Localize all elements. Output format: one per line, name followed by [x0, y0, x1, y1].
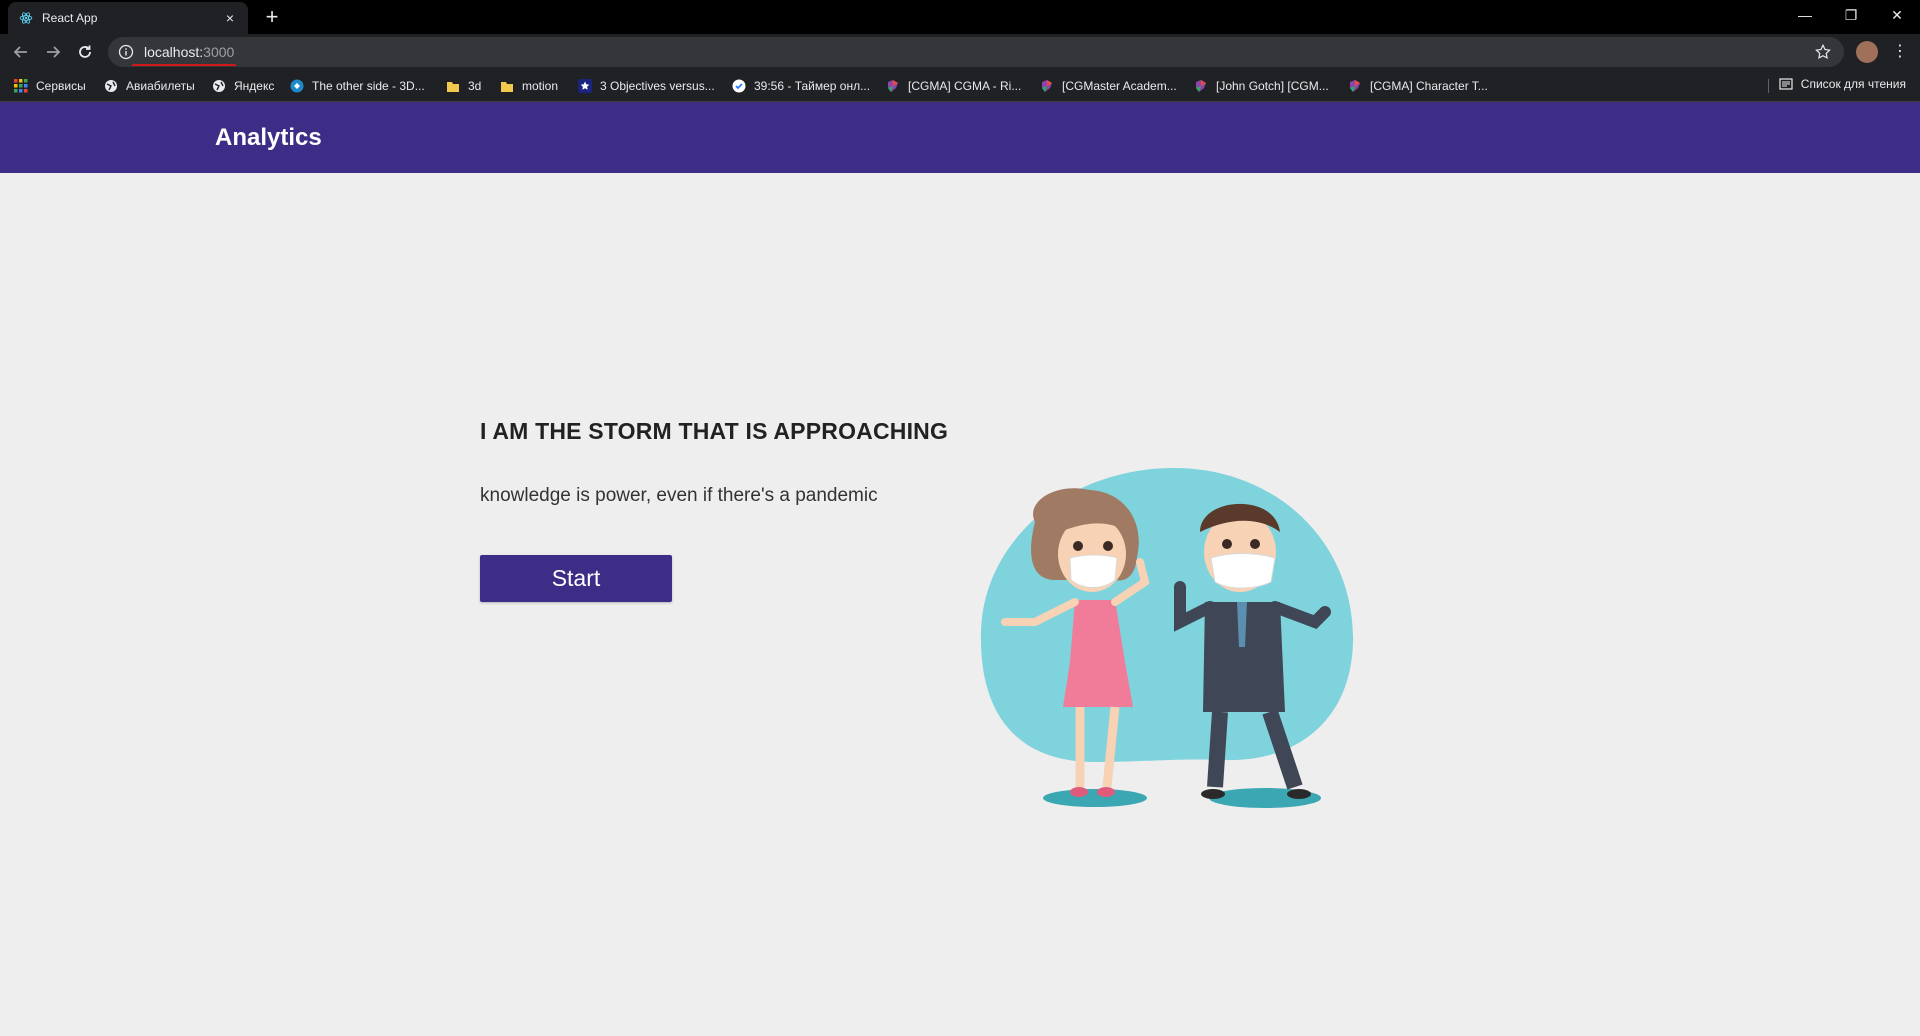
react-logo-icon — [18, 10, 34, 26]
bookmark-label: [CGMA] Character T... — [1370, 79, 1488, 93]
browser-chrome: React App × + — ❐ ✕ localhost:3000 ⋮ Сер… — [0, 0, 1920, 102]
hero-title: I AM THE STORM THAT IS APPROACHING — [480, 418, 949, 444]
bookmarks-separator — [1768, 79, 1769, 93]
reading-list-button[interactable]: Список для чтения — [1779, 77, 1906, 91]
bookmarks-bar: Сервисы Авиабилеты Яндекс The other side - … — [0, 70, 1920, 102]
bookmark-item[interactable]: [CGMaster Academ... — [1040, 77, 1177, 95]
bookmark-item[interactable]: 3 Objectives versus... — [578, 77, 715, 95]
bookmark-label: 3d — [468, 79, 482, 93]
bookmark-label: 3 Objectives versus... — [600, 79, 715, 93]
site-info-icon[interactable] — [118, 44, 134, 60]
bookmark-item[interactable]: Авиабилеты — [104, 77, 195, 95]
bookmark-star-icon[interactable] — [1814, 43, 1832, 61]
restore-button[interactable]: ❐ — [1828, 0, 1874, 30]
masked-couple-illustration — [975, 462, 1365, 814]
hero-subtitle: knowledge is power, even if there's a pa… — [480, 485, 878, 506]
address-bar[interactable]: localhost:3000 — [108, 37, 1844, 67]
app-header: Analytics — [0, 102, 1920, 173]
bookmark-item[interactable]: Сервисы — [14, 77, 86, 95]
cgma-icon — [886, 79, 900, 93]
bookmark-label: Авиабилеты — [126, 79, 195, 93]
cgma-icon — [1040, 79, 1054, 93]
bookmark-label: motion — [522, 79, 559, 93]
bookmark-item[interactable]: 3d — [446, 77, 481, 95]
star-site-icon — [578, 79, 592, 93]
bookmark-item[interactable]: [John Gotch] [CGM... — [1194, 77, 1329, 95]
forward-icon[interactable] — [40, 40, 66, 64]
bookmark-item[interactable]: 39:56 - Таймер онл... — [732, 77, 870, 95]
minimize-button[interactable]: — — [1782, 0, 1828, 30]
close-window-button[interactable]: ✕ — [1874, 0, 1920, 30]
url-text[interactable]: localhost:3000 — [131, 44, 237, 66]
bookmark-item[interactable]: Яндекс — [212, 77, 274, 95]
bookmark-label: Сервисы — [36, 79, 86, 93]
profile-avatar[interactable] — [1856, 41, 1878, 63]
start-button[interactable]: Start — [480, 555, 672, 602]
bookmark-item[interactable]: motion — [500, 77, 558, 95]
browser-toolbar: localhost:3000 ⋮ — [0, 34, 1920, 70]
url-port: 3000 — [203, 44, 235, 60]
globe-icon — [212, 79, 226, 93]
reading-list-icon — [1779, 77, 1793, 91]
bookmark-item[interactable]: The other side - 3D... — [290, 77, 425, 95]
reading-list-label: Список для чтения — [1800, 77, 1906, 91]
bookmark-label: [CGMA] CGMA - Ri... — [908, 79, 1022, 93]
browser-menu-icon[interactable]: ⋮ — [1888, 40, 1912, 64]
cgma-icon — [1194, 79, 1208, 93]
brand-title[interactable]: Analytics — [215, 124, 322, 152]
timer-icon — [732, 79, 746, 93]
bookmark-label: Яндекс — [234, 79, 275, 93]
bookmark-label: The other side - 3D... — [312, 79, 425, 93]
bookmark-label: [John Gotch] [CGM... — [1216, 79, 1329, 93]
url-host: localhost: — [144, 44, 204, 60]
tab-title: React App — [42, 11, 222, 25]
folder-icon — [446, 79, 460, 93]
bookmark-item[interactable]: [CGMA] CGMA - Ri... — [886, 77, 1021, 95]
bookmark-item[interactable]: [CGMA] Character T... — [1348, 77, 1488, 95]
folder-icon — [500, 79, 514, 93]
back-icon[interactable] — [8, 40, 34, 64]
globe-icon — [104, 79, 118, 93]
tab-close-icon[interactable]: × — [222, 10, 238, 26]
new-tab-button[interactable]: + — [260, 6, 284, 30]
bookmark-label: [CGMaster Academ... — [1062, 79, 1177, 93]
tab-strip: React App × + — ❐ ✕ — [0, 0, 1920, 34]
site-icon — [290, 79, 304, 93]
apps-grid-icon — [14, 79, 28, 93]
bookmark-label: 39:56 - Таймер онл... — [754, 79, 871, 93]
reload-icon[interactable] — [72, 40, 98, 64]
tab-react-app[interactable]: React App × — [8, 2, 248, 34]
cgma-icon — [1348, 79, 1362, 93]
